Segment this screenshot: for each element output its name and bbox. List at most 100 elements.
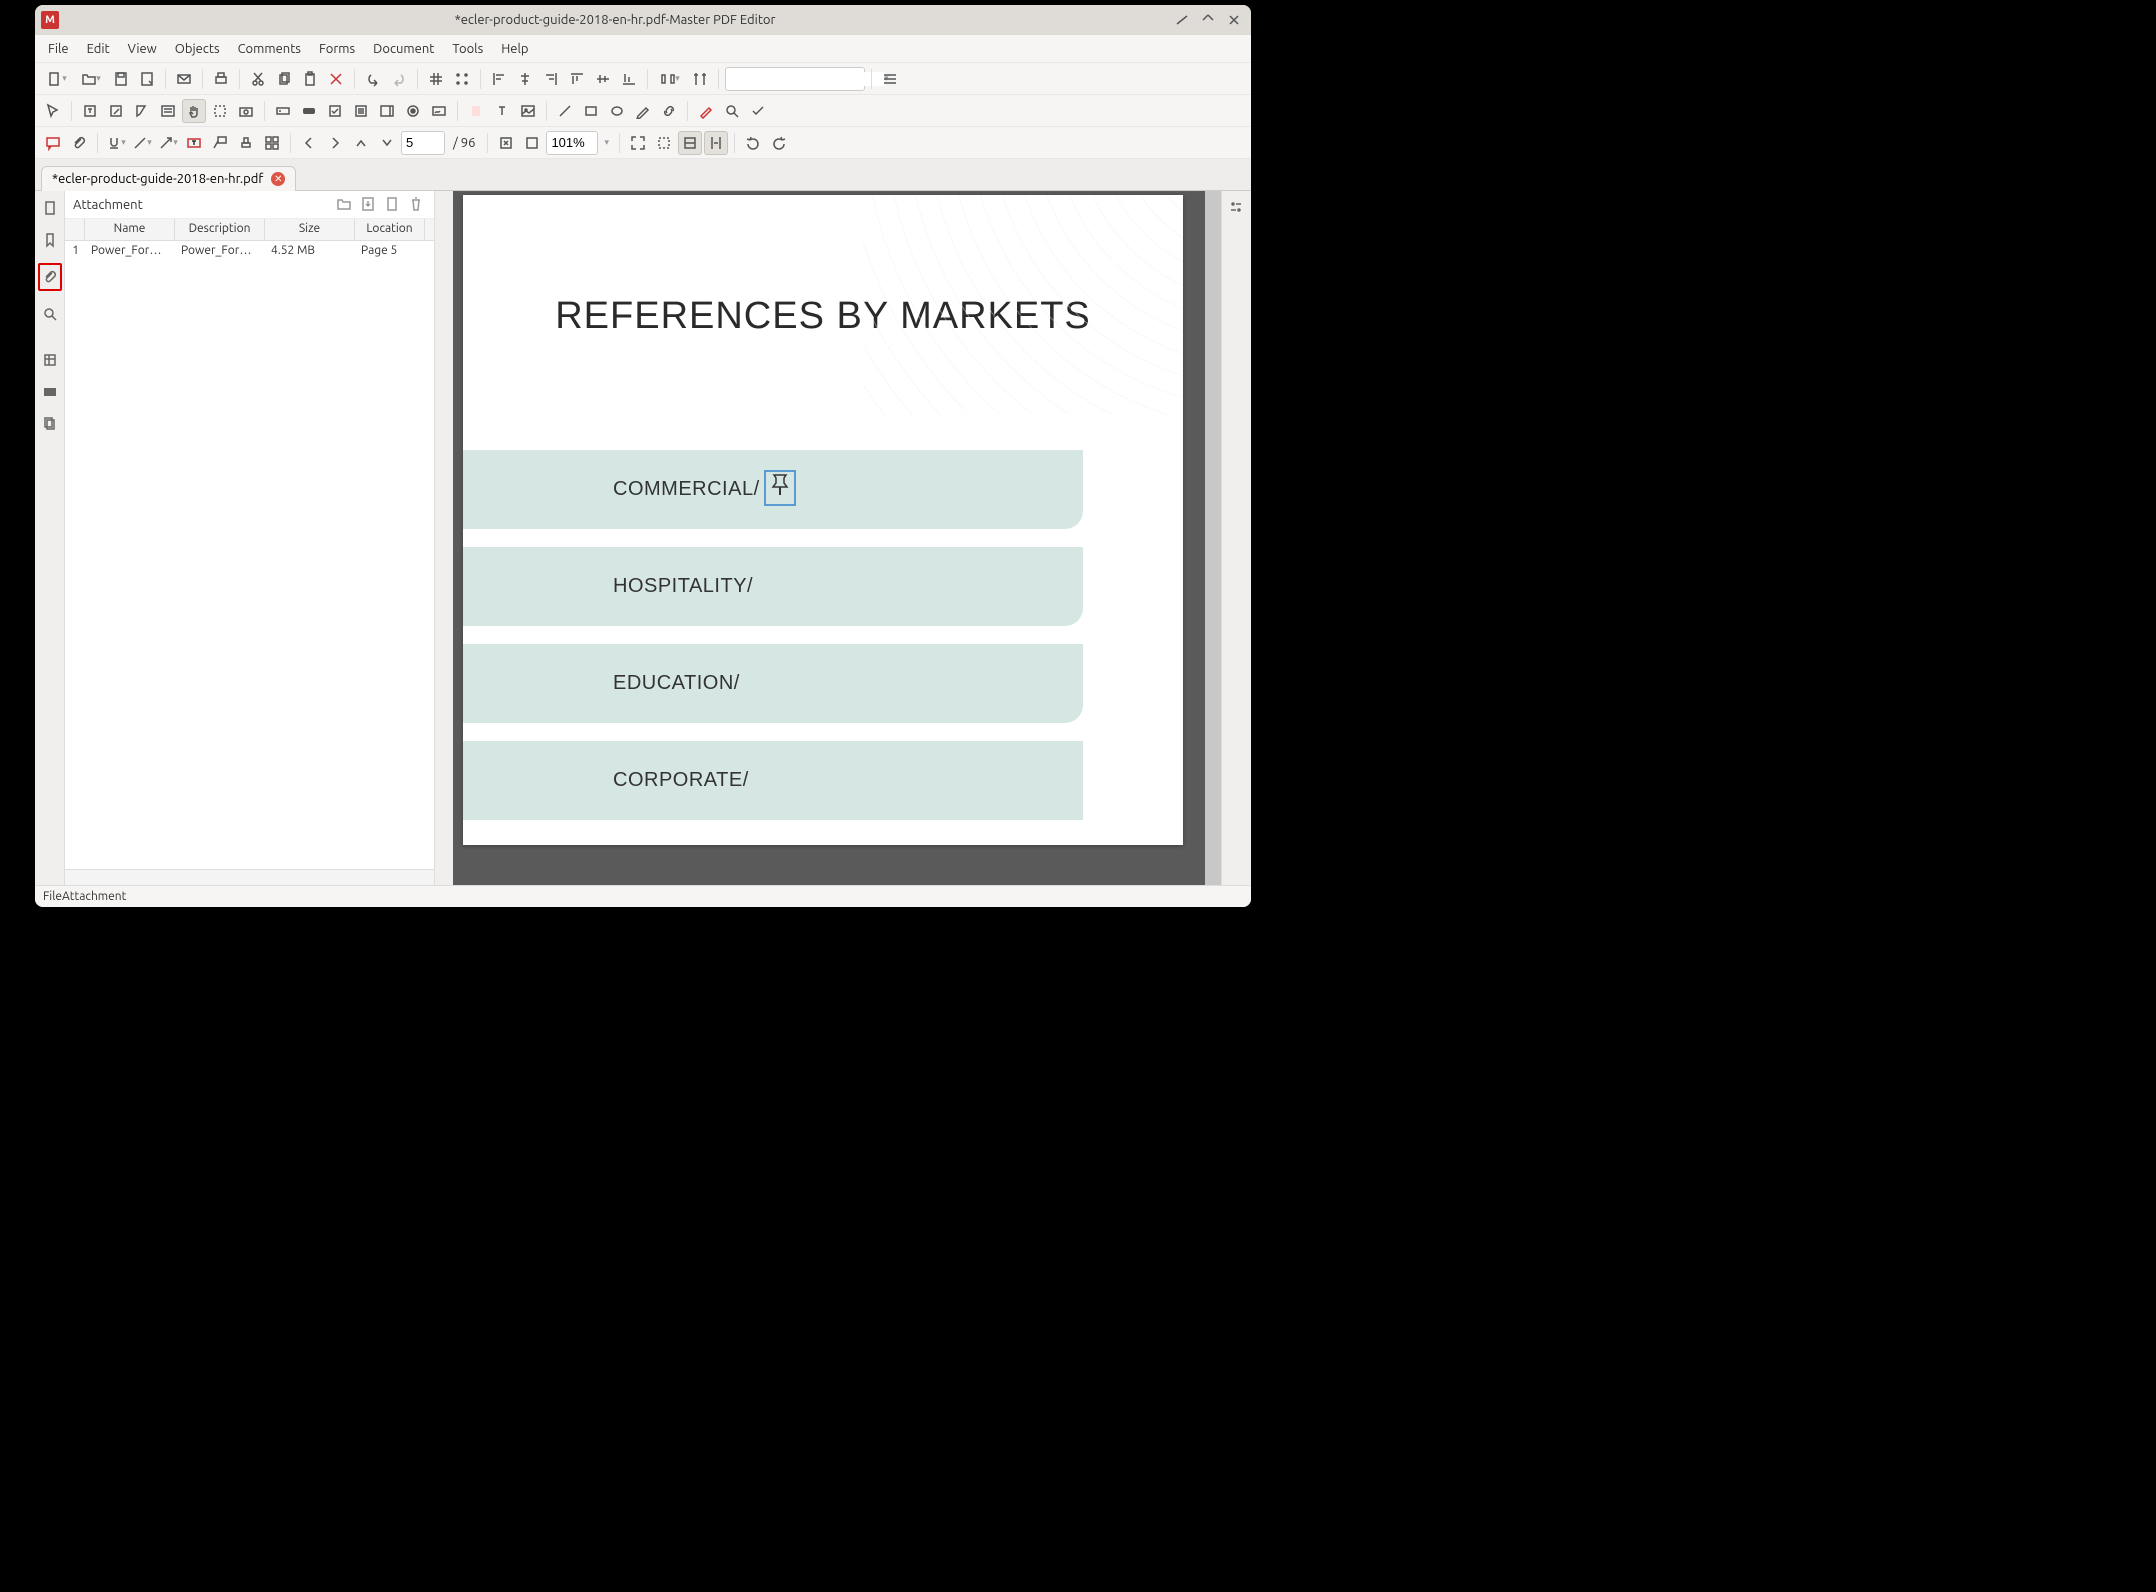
- rectangle-tool[interactable]: [579, 99, 603, 123]
- search-input[interactable]: [730, 72, 885, 86]
- insert-image-tool[interactable]: [516, 99, 540, 123]
- comment-tool[interactable]: [41, 131, 65, 155]
- panel-scrollbar[interactable]: [65, 869, 434, 885]
- fit-height-button[interactable]: [704, 131, 728, 155]
- layers-panel-button[interactable]: [41, 351, 59, 369]
- next-page-button[interactable]: [323, 131, 347, 155]
- radiobutton-tool[interactable]: [401, 99, 425, 123]
- menu-forms[interactable]: Forms: [312, 38, 362, 60]
- fit-width-button[interactable]: [678, 131, 702, 155]
- last-page-button[interactable]: [375, 131, 399, 155]
- line-annot-tool[interactable]: ▾: [130, 131, 154, 155]
- edit-pencil-tool[interactable]: [694, 99, 718, 123]
- close-button[interactable]: [1227, 13, 1241, 27]
- arrow-tool[interactable]: ▾: [156, 131, 180, 155]
- menu-comments[interactable]: Comments: [231, 38, 308, 60]
- col-size[interactable]: Size: [265, 219, 355, 240]
- page-number-input[interactable]: [401, 131, 445, 155]
- checkbox-tool[interactable]: [323, 99, 347, 123]
- search-panel-button[interactable]: [41, 305, 59, 323]
- undo-button[interactable]: [361, 67, 385, 91]
- snapshot-tool[interactable]: [234, 99, 258, 123]
- cut-button[interactable]: [246, 67, 270, 91]
- line-tool[interactable]: [553, 99, 577, 123]
- align-left-button[interactable]: [487, 67, 511, 91]
- initials-tool[interactable]: [260, 131, 284, 155]
- paste-button[interactable]: [298, 67, 322, 91]
- save-as-button[interactable]: [135, 67, 159, 91]
- grid-button[interactable]: [424, 67, 448, 91]
- fit-page-button[interactable]: [520, 131, 544, 155]
- stamp-tool[interactable]: [234, 131, 258, 155]
- button-tool[interactable]: [297, 99, 321, 123]
- magnify-tool[interactable]: [720, 99, 744, 123]
- rotate-right-button[interactable]: [767, 131, 791, 155]
- panel-add-button[interactable]: [384, 196, 402, 214]
- zoom-fit-button[interactable]: [626, 131, 650, 155]
- underline-tool[interactable]: ▾: [104, 131, 128, 155]
- checkmark-tool[interactable]: [746, 99, 770, 123]
- listbox-tool[interactable]: [349, 99, 373, 123]
- col-desc[interactable]: Description: [175, 219, 265, 240]
- minimize-button[interactable]: [1175, 13, 1189, 27]
- save-button[interactable]: [109, 67, 133, 91]
- panel-save-button[interactable]: [360, 196, 378, 214]
- align-center-h-button[interactable]: [513, 67, 537, 91]
- col-loc[interactable]: Location: [355, 219, 425, 240]
- select-tool[interactable]: [41, 99, 65, 123]
- menu-document[interactable]: Document: [366, 38, 441, 60]
- viewer-scrollbar[interactable]: [1205, 191, 1221, 885]
- actual-size-button[interactable]: [494, 131, 518, 155]
- prev-page-button[interactable]: [297, 131, 321, 155]
- menu-tools[interactable]: Tools: [445, 38, 490, 60]
- tab-close-button[interactable]: ✕: [271, 172, 285, 186]
- first-page-button[interactable]: [349, 131, 373, 155]
- menu-objects[interactable]: Objects: [168, 38, 227, 60]
- pages-panel-button[interactable]: [41, 199, 59, 217]
- zoom-input[interactable]: [546, 131, 598, 155]
- ellipse-tool[interactable]: [605, 99, 629, 123]
- distribute-button[interactable]: ▾: [654, 67, 686, 91]
- signature-tool[interactable]: [427, 99, 451, 123]
- pencil-tool[interactable]: [631, 99, 655, 123]
- attachments-panel-button[interactable]: [38, 263, 62, 291]
- form-tool[interactable]: [156, 99, 180, 123]
- redo-button[interactable]: [387, 67, 411, 91]
- edit-text-tool[interactable]: [78, 99, 102, 123]
- delete-button[interactable]: [324, 67, 348, 91]
- maximize-button[interactable]: [1201, 13, 1215, 27]
- attachment-pin-icon[interactable]: [764, 470, 796, 506]
- search-box[interactable]: ▾: [725, 67, 865, 91]
- thumbnails-panel-button[interactable]: [41, 383, 59, 401]
- email-button[interactable]: [172, 67, 196, 91]
- textbox-tool[interactable]: [182, 131, 206, 155]
- attachment-tool[interactable]: [67, 131, 91, 155]
- rotate-left-button[interactable]: [741, 131, 765, 155]
- align-bottom-button[interactable]: [617, 67, 641, 91]
- open-button[interactable]: ▾: [75, 67, 107, 91]
- link-tool[interactable]: [657, 99, 681, 123]
- align-right-button[interactable]: [539, 67, 563, 91]
- bookmarks-panel-button[interactable]: [41, 231, 59, 249]
- text-field-tool[interactable]: [271, 99, 295, 123]
- combobox-tool[interactable]: [375, 99, 399, 123]
- options-button[interactable]: [878, 67, 902, 91]
- panel-open-button[interactable]: [336, 196, 354, 214]
- signatures-panel-button[interactable]: [41, 415, 59, 433]
- edit-doc-tool[interactable]: [104, 99, 128, 123]
- col-name[interactable]: Name: [85, 219, 175, 240]
- document-tab[interactable]: *ecler-product-guide-2018-en-hr.pdf ✕: [41, 166, 296, 191]
- menu-view[interactable]: View: [121, 38, 164, 60]
- highlight-text-tool[interactable]: [464, 99, 488, 123]
- menu-edit[interactable]: Edit: [80, 38, 117, 60]
- properties-button[interactable]: [1228, 199, 1246, 217]
- marquee-zoom-button[interactable]: [652, 131, 676, 155]
- attachment-row[interactable]: 1 Power_Forwa... Power_Forwa... 4.52 MB …: [65, 241, 434, 263]
- callout-tool[interactable]: [208, 131, 232, 155]
- snap-button[interactable]: [450, 67, 474, 91]
- size-button[interactable]: [688, 67, 712, 91]
- align-top-button[interactable]: [565, 67, 589, 91]
- menu-help[interactable]: Help: [494, 38, 535, 60]
- insert-text-tool[interactable]: [490, 99, 514, 123]
- copy-button[interactable]: [272, 67, 296, 91]
